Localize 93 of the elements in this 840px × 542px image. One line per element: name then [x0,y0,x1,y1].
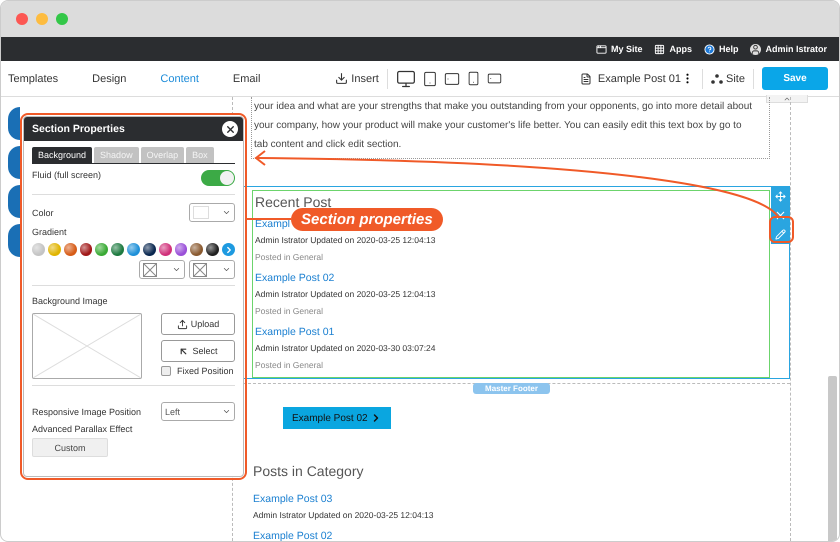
tablet-landscape-icon[interactable] [444,70,460,86]
sidebar-tool-button[interactable] [8,224,20,257]
maximize-window-dot [56,13,68,25]
color-select[interactable] [189,203,235,222]
post-meta: Admin Istrator Updated on 2020-03-30 03:07:24 [255,343,436,353]
document-icon [580,72,592,84]
gradient-start-select[interactable] [139,260,185,279]
desktop-icon[interactable] [396,68,416,88]
editor-tab[interactable]: Templates [8,72,58,84]
gradient-swatch[interactable] [142,243,156,256]
editor-tab[interactable]: Design [92,72,126,84]
section-heading: Recent Post [255,194,332,210]
browser-window-icon [596,44,607,54]
field-label: Advanced Parallax Effect [32,424,134,434]
caret-icon [172,265,181,274]
master-footer-badge: Master Footer [473,383,550,394]
broken-image-icon [193,262,207,276]
help-icon [704,44,715,54]
caret-icon [222,265,231,274]
sidebar-tool-button[interactable] [8,146,20,179]
close-button[interactable] [222,121,238,137]
broken-image-icon [143,262,157,276]
gradient-swatch[interactable] [174,243,188,256]
phone-landscape-icon[interactable] [486,71,502,86]
field-label: Fluid (full screen) [32,170,102,180]
field-label: Responsive Image Position [32,406,142,416]
next-post-button[interactable]: Example Post 02 [283,407,391,429]
upload-icon [176,318,188,330]
post-link[interactable]: Example Post 03 [253,493,332,505]
top-bar-link[interactable]: My Site [596,44,642,54]
post-meta: Admin Istrator Updated on 2020-03-25 12:04:13 [255,289,436,299]
post-category: Posted in General [255,360,324,370]
gradient-swatch[interactable] [206,243,220,256]
editor-tab[interactable]: Content [160,72,199,84]
phone-icon[interactable] [466,71,481,86]
post-meta: Admin Istrator Updated on 2020-03-25 12:04:13 [253,510,434,520]
gradient-swatch[interactable] [32,243,45,256]
section-heading: Posts in Category [253,463,364,479]
gradient-swatch[interactable] [111,243,124,256]
dots-icon [711,74,724,84]
panel-tab[interactable]: Background [32,147,92,163]
user-avatar-icon [750,44,762,54]
grid-icon [654,44,666,54]
position-select[interactable]: Left [161,402,235,421]
text-block: your idea and what are your strengths that make you outstanding from your opponents, go into more detail about your company, how your product will make your customer's life better. You can easily edit this text box by go to tab content and click edit section. [251,97,770,159]
tablet-icon[interactable] [422,70,438,86]
gradient-swatch[interactable] [158,243,172,256]
fluid-toggle[interactable] [201,170,235,186]
gradient-swatch[interactable] [48,243,61,256]
top-bar-link[interactable]: Help [704,44,738,54]
site-button[interactable]: Site [711,72,745,84]
post-category: Posted in General [255,252,324,262]
field-label: Fixed Position [177,366,234,376]
gradient-swatch[interactable] [190,243,204,256]
sidebar-tool-button[interactable] [8,107,20,140]
highlight-ring [769,216,794,243]
move-button[interactable] [771,187,789,206]
callout-label: Section properties [291,208,443,231]
insert-button[interactable]: Insert [335,72,379,85]
top-bar-link[interactable]: Apps [654,44,692,54]
close-icon [224,124,236,134]
caret-icon [222,407,231,416]
field-label: Color [32,208,54,218]
gradient-swatch[interactable] [95,243,108,256]
select-button[interactable]: Select [161,340,235,362]
caret-icon [222,208,231,217]
post-meta: Admin Istrator Updated on 2020-03-25 12:04:13 [255,235,436,245]
post-link[interactable]: Example Post 02 [253,530,332,541]
download-icon [335,72,348,85]
upload-button[interactable]: Upload [161,313,235,335]
close-window-dot [16,13,28,25]
page-selector[interactable]: Example Post 01 [580,72,682,84]
post-link[interactable]: Example Post 01 [255,326,334,338]
custom-button[interactable]: Custom [32,438,108,457]
scrollbar-thumb[interactable] [828,376,837,541]
post-link[interactable]: Exampl [255,218,290,230]
pencil-icon [774,229,786,240]
top-bar-link[interactable]: Admin Istrator [750,44,827,54]
post-category: Posted in General [255,306,324,316]
gradient-swatch[interactable] [80,243,92,256]
gradient-swatch[interactable] [64,243,77,256]
field-label: Background Image [32,296,108,306]
editor-tab[interactable]: Email [232,72,260,84]
panel-title: Section Properties [32,123,125,135]
fixed-position-checkbox[interactable] [161,366,171,376]
move-icon [774,191,786,202]
field-label: Gradient [32,227,67,237]
sidebar-tool-button[interactable] [8,185,20,218]
gradient-swatch[interactable] [127,243,140,256]
close-icon [774,209,786,222]
post-link[interactable]: Example Post 02 [255,272,334,284]
minimize-window-dot [36,13,48,25]
arrow-up-left-icon [178,346,190,356]
